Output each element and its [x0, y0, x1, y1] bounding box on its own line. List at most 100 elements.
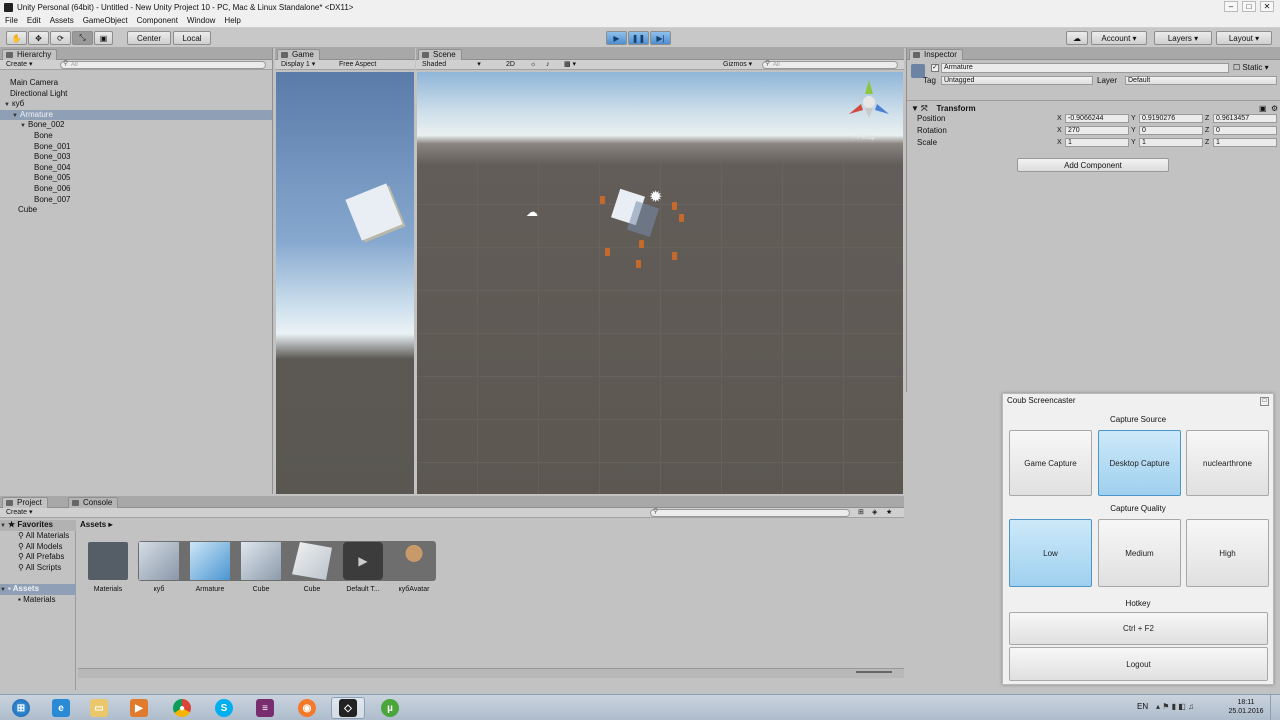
hierarchy-item[interactable]: ▼ Armature — [0, 109, 272, 121]
asset-avatar[interactable]: кубAvatar — [391, 542, 437, 593]
scale-tool-icon[interactable]: ⤡ — [72, 31, 93, 45]
account-dropdown[interactable]: Account ▾ — [1091, 31, 1147, 45]
transform-position-x-field[interactable]: -0.9066244 — [1065, 114, 1129, 123]
transform-scale-z-field[interactable]: 1 — [1213, 138, 1277, 147]
tab-scene[interactable]: Scene — [418, 49, 462, 60]
transform-scale-x-field[interactable]: 1 — [1065, 138, 1129, 147]
filter-type-icon[interactable]: ⊞ — [858, 508, 864, 518]
taskbar-utorrent[interactable]: µ — [373, 697, 407, 719]
language-indicator[interactable]: EN — [1137, 702, 1148, 711]
axis-y-label[interactable]: Y — [1131, 126, 1136, 135]
step-button[interactable]: ▶| — [650, 31, 671, 45]
taskbar-explorer[interactable]: ▭ — [82, 697, 116, 719]
quality-high-button[interactable]: High — [1186, 519, 1269, 587]
scene-viewport[interactable]: ☁ ✹ < Persp — [417, 72, 903, 494]
transform-rotation-y-field[interactable]: 0 — [1139, 126, 1203, 135]
taskbar-winrar[interactable]: ≡ — [248, 697, 282, 719]
axis-y-label[interactable]: Y — [1131, 138, 1136, 147]
menu-component[interactable]: Component — [137, 16, 178, 25]
asset-armature[interactable]: Armature — [187, 542, 233, 593]
help-icon[interactable]: ▣ — [1259, 104, 1267, 113]
menu-help[interactable]: Help — [224, 16, 240, 25]
quality-medium-button[interactable]: Medium — [1098, 519, 1181, 587]
hierarchy-item[interactable]: Cube — [0, 205, 272, 216]
hierarchy-item[interactable]: Bone_006 — [0, 184, 272, 195]
hierarchy-item[interactable]: ▼ куб — [0, 99, 272, 110]
axis-y-label[interactable]: Y — [1131, 114, 1136, 123]
close-button[interactable]: ✕ — [1260, 1, 1274, 12]
move-tool-icon[interactable]: ✥ — [28, 31, 49, 45]
taskbar-media[interactable]: ▶ — [122, 697, 156, 719]
tab-console[interactable]: Console — [68, 497, 119, 508]
pivot-local-button[interactable]: Local — [173, 31, 211, 45]
tab-inspector[interactable]: Inspector — [909, 49, 963, 60]
layers-dropdown[interactable]: Layers ▾ — [1154, 31, 1212, 45]
axis-z-label[interactable]: Z — [1205, 114, 1209, 123]
axis-z-label[interactable]: Z — [1205, 138, 1209, 147]
asset-model[interactable]: куб — [136, 542, 182, 593]
source-game-capture-button[interactable]: Game Capture — [1009, 430, 1092, 496]
audio-toggle-icon[interactable]: ♪ — [546, 60, 550, 70]
camera-gizmo-icon[interactable]: ☁ — [526, 205, 538, 219]
active-checkbox[interactable]: ✓ — [931, 64, 939, 72]
menu-window[interactable]: Window — [187, 16, 215, 25]
project-search-input[interactable] — [650, 509, 850, 517]
assets-breadcrumb[interactable]: Assets ▸ — [80, 520, 112, 529]
tray-icons[interactable]: ▴ ⚑ ▮ ◧ ♫ — [1156, 702, 1194, 711]
hierarchy-create-dropdown[interactable]: Create ▾ — [6, 60, 32, 70]
axis-z-label[interactable]: Z — [1205, 126, 1209, 135]
pause-button[interactable]: ❚❚ — [628, 31, 649, 45]
source-nuclearthrone-button[interactable]: nuclearthrone — [1186, 430, 1269, 496]
favorite-item[interactable]: ⚲ All Scripts — [0, 563, 76, 574]
icon-size-slider[interactable] — [856, 671, 892, 673]
game-viewport[interactable] — [276, 72, 414, 494]
transform-position-y-field[interactable]: 0.9190276 — [1139, 114, 1203, 123]
folder-materials[interactable]: ▪ Materials — [0, 595, 76, 606]
hierarchy-item[interactable]: Bone — [0, 131, 272, 142]
display-dropdown[interactable]: Display 1 ▾ — [281, 60, 315, 70]
taskbar-blender[interactable]: ◉ — [290, 697, 324, 719]
asset-material-cube[interactable]: Cube — [289, 542, 335, 593]
asset-default-take[interactable]: ▶ Default T... — [340, 542, 386, 593]
tab-game[interactable]: Game — [277, 49, 320, 60]
filter-label-icon[interactable]: ◈ — [872, 508, 877, 518]
transform-scale-y-field[interactable]: 1 — [1139, 138, 1203, 147]
settings-gear-icon[interactable]: ⚙ — [1271, 104, 1278, 113]
taskbar-chrome[interactable]: ● — [165, 697, 199, 719]
light-gizmo-icon[interactable]: ✹ — [649, 187, 662, 207]
hierarchy-item[interactable]: Directional Light — [0, 89, 272, 100]
hierarchy-item[interactable]: Bone_001 — [0, 142, 272, 153]
tab-project[interactable]: Project — [2, 497, 48, 508]
coub-close-button[interactable]: □ — [1260, 397, 1269, 406]
asset-folder-materials[interactable]: Materials — [85, 542, 131, 593]
project-create-dropdown[interactable]: Create ▾ — [6, 508, 32, 518]
layout-dropdown[interactable]: Layout ▾ — [1216, 31, 1272, 45]
assets-root[interactable]: ▼ ▪ Assets — [0, 584, 76, 595]
lighting-toggle-icon[interactable]: ☼ — [530, 60, 536, 70]
scene-search-input[interactable]: All — [762, 61, 898, 69]
rect-tool-icon[interactable]: ▣ — [94, 31, 113, 45]
favorite-item[interactable]: ⚲ All Materials — [0, 531, 76, 542]
mode-2d-toggle[interactable]: 2D — [506, 60, 515, 70]
axis-x-label[interactable]: X — [1057, 126, 1062, 135]
show-desktop-button[interactable] — [1270, 695, 1280, 720]
hierarchy-item[interactable]: Main Camera — [0, 78, 272, 89]
tag-dropdown[interactable]: Untagged — [941, 76, 1093, 85]
favorite-item[interactable]: ⚲ All Models — [0, 542, 76, 553]
rotate-tool-icon[interactable]: ⟳ — [50, 31, 71, 45]
axis-x-label[interactable]: X — [1057, 138, 1062, 147]
maximize-button[interactable]: □ — [1242, 1, 1256, 12]
axis-x-label[interactable]: X — [1057, 114, 1062, 123]
hierarchy-item[interactable]: Bone_003 — [0, 152, 272, 163]
taskbar-ie[interactable]: e — [44, 697, 78, 719]
orientation-gizmo-icon[interactable] — [841, 78, 891, 124]
menu-gameobject[interactable]: GameObject — [83, 16, 128, 25]
hand-tool-icon[interactable]: ✋ — [6, 31, 27, 45]
hierarchy-item[interactable]: Bone_005 — [0, 173, 272, 184]
menu-file[interactable]: File — [5, 16, 18, 25]
favorite-item[interactable]: ⚲ All Prefabs — [0, 552, 76, 563]
pivot-center-button[interactable]: Center — [127, 31, 171, 45]
quality-low-button[interactable]: Low — [1009, 519, 1092, 587]
effects-toggle-icon[interactable]: ▩ ▾ — [564, 60, 576, 70]
menu-edit[interactable]: Edit — [27, 16, 41, 25]
